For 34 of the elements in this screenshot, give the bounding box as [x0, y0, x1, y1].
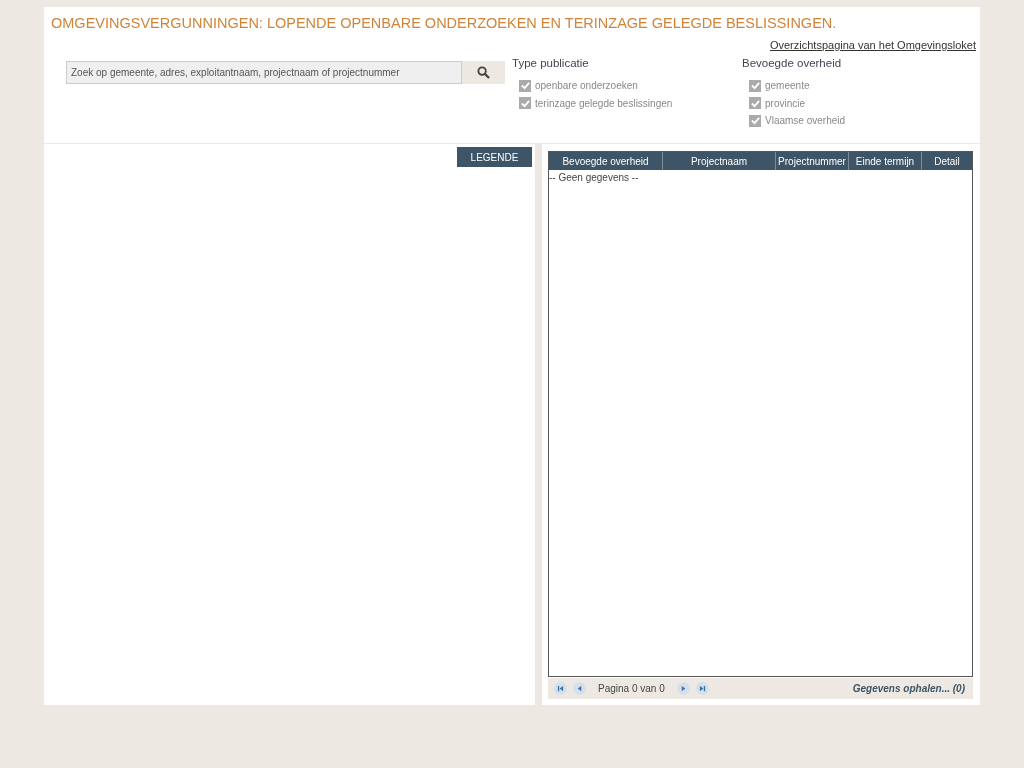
search-field[interactable]: Zoek op gemeente, adres, exploitantnaam, projectnaam of projectnummer	[66, 61, 462, 84]
page-title: OMGEVINGSVERGUNNINGEN: LOPENDE OPENBARE ONDERZOEKEN EN TERINZAGE GELEGDE BESLISSINGEN.	[51, 15, 838, 31]
empty-message: -- Geen gegevens --	[549, 172, 640, 183]
overview-link[interactable]: Overzichtspagina van het Omgevingsloket	[769, 39, 976, 51]
checkbox[interactable]	[519, 79, 531, 92]
column-header[interactable]: Projectnummer	[776, 152, 849, 170]
last-page-icon	[698, 685, 706, 692]
checkbox[interactable]	[749, 79, 761, 92]
page-indicator: Pagina 0 van 0	[598, 683, 665, 694]
checkbox-label: terinzage gelegde beslissingen	[535, 97, 673, 109]
checkbox-label: provincie	[765, 97, 806, 109]
next-page-button[interactable]	[676, 682, 690, 695]
filter-title: Type publicatie	[512, 57, 590, 69]
column-header[interactable]: Einde termijn	[849, 152, 922, 170]
checkbox[interactable]	[519, 97, 531, 110]
column-header[interactable]: Projectnaam	[663, 152, 776, 170]
first-page-icon	[557, 685, 564, 692]
checkbox[interactable]	[749, 114, 761, 127]
checkbox-label: openbare onderzoeken	[535, 80, 638, 92]
legend-button[interactable]: LEGENDE	[457, 147, 532, 167]
next-page-icon	[679, 685, 687, 692]
checkbox[interactable]	[749, 97, 761, 110]
last-page-button[interactable]	[695, 682, 709, 695]
column-header[interactable]: Bevoegde overheid	[549, 152, 663, 170]
loading-status: Gegevens ophalen... (0)	[852, 683, 965, 694]
search-button[interactable]	[462, 61, 505, 84]
checkbox-label: gemeente	[765, 80, 810, 92]
search-icon	[477, 66, 490, 79]
first-page-button[interactable]	[554, 682, 567, 695]
previous-page-icon	[576, 685, 583, 692]
checkbox-label: Vlaamse overheid	[765, 115, 846, 127]
previous-page-button[interactable]	[573, 682, 586, 695]
column-header[interactable]: Detail	[922, 152, 972, 170]
filter-title: Bevoegde overheid	[742, 57, 843, 69]
